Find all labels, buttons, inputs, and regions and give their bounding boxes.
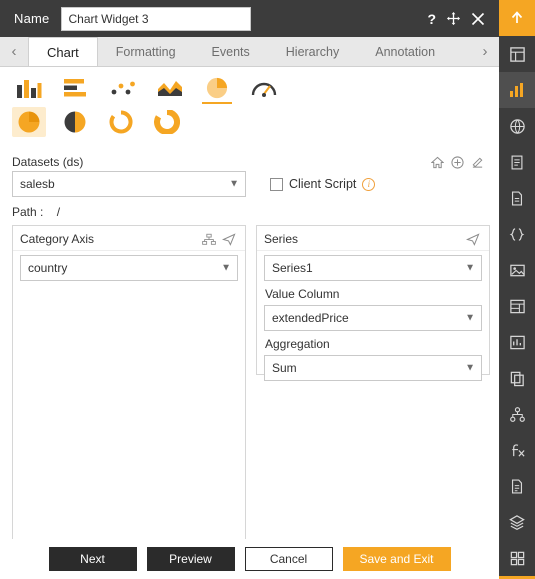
rail-globe-icon[interactable] xyxy=(499,108,535,144)
dataset-select[interactable]: salesb ▼ xyxy=(12,171,246,197)
tab-strip: ‹ Chart Formatting Events Hierarchy Anno… xyxy=(0,37,499,67)
gauge-chart-icon[interactable] xyxy=(247,73,281,103)
bar-chart-icon[interactable] xyxy=(12,73,46,103)
rail-document-icon[interactable] xyxy=(499,180,535,216)
rail-analytics-icon[interactable] xyxy=(499,324,535,360)
move-icon[interactable] xyxy=(446,11,461,26)
rail-file-icon[interactable] xyxy=(499,468,535,504)
add-circle-icon[interactable] xyxy=(447,153,467,171)
cancel-button[interactable]: Cancel xyxy=(244,547,333,571)
rail-upload-icon[interactable] xyxy=(499,0,535,36)
tab-scroll-left[interactable]: ‹ xyxy=(0,37,28,66)
half-pie-icon[interactable] xyxy=(58,107,92,137)
chevron-down-icon: ▼ xyxy=(221,262,231,274)
client-script-checkbox[interactable] xyxy=(270,177,283,191)
rail-table-icon[interactable] xyxy=(499,288,535,324)
rail-image-icon[interactable] xyxy=(499,252,535,288)
widget-name-input[interactable] xyxy=(61,6,252,31)
path-row: Path : / xyxy=(12,205,487,219)
titlebar-icons: ? xyxy=(427,11,493,26)
rail-chart-icon[interactable] xyxy=(499,72,535,108)
category-axis-body: country ▼ xyxy=(13,251,245,289)
category-axis-value: country xyxy=(28,261,68,275)
right-toolbar xyxy=(499,0,535,579)
tab-chart[interactable]: Chart xyxy=(28,37,98,66)
preview-button[interactable]: Preview xyxy=(146,547,235,571)
series-panel: Series Series1 ▼ Value Column extendedPr xyxy=(256,225,490,381)
value-column-field: Value Column extendedPrice ▼ xyxy=(264,287,482,331)
horizontal-bar-chart-icon[interactable] xyxy=(59,73,93,103)
category-axis-select[interactable]: country ▼ xyxy=(20,255,238,281)
rail-layers-icon[interactable] xyxy=(499,504,535,540)
path-label: Path : xyxy=(12,205,44,219)
edit-icon[interactable] xyxy=(467,153,487,171)
area-chart-icon[interactable] xyxy=(153,73,187,103)
dialog-footer: Next Preview Cancel Save and Exit xyxy=(0,539,499,579)
next-button[interactable]: Next xyxy=(48,547,137,571)
close-icon[interactable] xyxy=(471,12,485,26)
tab-annotation[interactable]: Annotation xyxy=(357,37,454,66)
pie-variant-icon[interactable] xyxy=(12,107,46,137)
client-script-group: Client Script i xyxy=(270,177,376,191)
rail-page-icon[interactable] xyxy=(499,144,535,180)
rail-copy-icon[interactable] xyxy=(499,360,535,396)
rail-layout-icon[interactable] xyxy=(499,36,535,72)
aggregation-field: Aggregation Sum ▼ xyxy=(264,337,482,381)
value-column-select[interactable]: extendedPrice ▼ xyxy=(264,305,482,331)
tab-list: Chart Formatting Events Hierarchy Annota… xyxy=(28,37,471,66)
send-filter-icon[interactable] xyxy=(219,230,239,248)
save-and-exit-button[interactable]: Save and Exit xyxy=(342,547,451,571)
chart-type-row-variants xyxy=(0,105,499,143)
datasets-label: Datasets (ds) xyxy=(12,155,84,169)
path-value: / xyxy=(56,205,61,219)
chevron-down-icon: ▼ xyxy=(229,178,239,190)
aggregation-value: Sum xyxy=(272,361,297,375)
rail-network-icon[interactable] xyxy=(499,396,535,432)
tab-hierarchy[interactable]: Hierarchy xyxy=(267,37,358,66)
thick-donut-icon[interactable] xyxy=(150,107,184,137)
category-axis-panel: Category Axis country ▼ xyxy=(12,225,246,541)
datasets-header: Datasets (ds) xyxy=(12,153,487,171)
datasets-section: Datasets (ds) salesb ▼ Client Script i P… xyxy=(0,143,499,219)
chevron-down-icon: ▼ xyxy=(465,362,475,374)
rail-code-icon[interactable] xyxy=(499,216,535,252)
main-panel: Name ? ‹ Chart Formatting Events Hierarc… xyxy=(0,0,499,579)
tab-formatting[interactable]: Formatting xyxy=(97,37,194,66)
value-column-value: extendedPrice xyxy=(272,311,349,325)
aggregation-select[interactable]: Sum ▼ xyxy=(264,355,482,381)
series-select[interactable]: Series1 ▼ xyxy=(264,255,482,281)
datasets-row: salesb ▼ Client Script i xyxy=(12,171,487,197)
dataset-select-value: salesb xyxy=(20,177,55,191)
scatter-chart-icon[interactable] xyxy=(106,73,140,103)
series-title: Series xyxy=(264,232,299,246)
value-column-label: Value Column xyxy=(265,287,340,301)
chevron-down-icon: ▼ xyxy=(465,312,475,324)
chart-widget-dialog: Name ? ‹ Chart Formatting Events Hierarc… xyxy=(0,0,535,579)
donut-icon[interactable] xyxy=(104,107,138,137)
chart-type-row-primary xyxy=(0,67,499,105)
pie-chart-icon[interactable] xyxy=(200,73,234,104)
chevron-down-icon: ▼ xyxy=(465,262,475,274)
name-label: Name xyxy=(14,11,50,26)
help-icon[interactable]: ? xyxy=(427,12,436,26)
rail-formula-icon[interactable] xyxy=(499,432,535,468)
info-icon[interactable]: i xyxy=(362,177,376,191)
tab-events[interactable]: Events xyxy=(193,37,268,66)
series-header: Series xyxy=(257,226,489,251)
send-filter-icon[interactable] xyxy=(463,230,483,248)
series-select-value: Series1 xyxy=(272,261,313,275)
axis-series-panels: Category Axis country ▼ Series Series1 ▼… xyxy=(0,219,499,541)
title-bar: Name ? xyxy=(0,0,499,37)
rail-grid-icon[interactable] xyxy=(499,540,535,576)
home-icon[interactable] xyxy=(427,153,447,171)
aggregation-label: Aggregation xyxy=(265,337,330,351)
tab-scroll-right[interactable]: › xyxy=(471,37,499,66)
category-axis-title: Category Axis xyxy=(20,232,95,246)
series-body: Series1 ▼ Value Column extendedPrice ▼ A… xyxy=(257,251,489,391)
client-script-label: Client Script xyxy=(289,177,357,191)
category-axis-header: Category Axis xyxy=(13,226,245,251)
hierarchy-icon[interactable] xyxy=(199,230,219,248)
